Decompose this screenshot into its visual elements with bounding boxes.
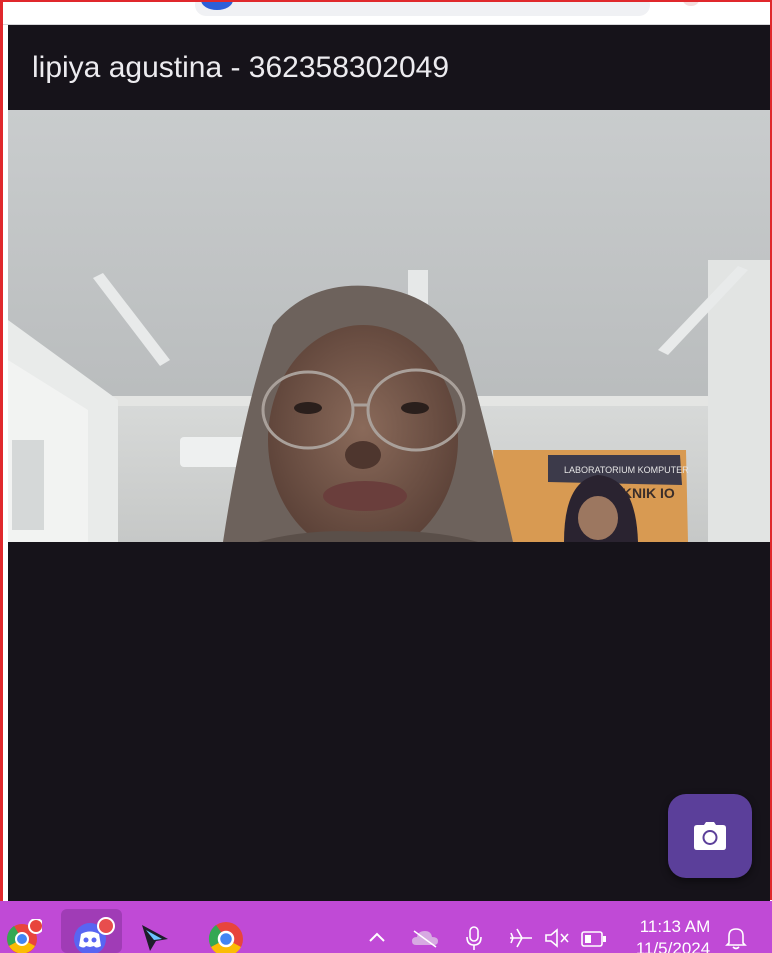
address-bar[interactable] <box>195 0 650 16</box>
window-border-left <box>0 0 3 953</box>
chevron-up-icon[interactable] <box>366 927 388 947</box>
airplane-mode-icon[interactable] <box>508 927 534 949</box>
discord-icon[interactable] <box>70 917 116 953</box>
taskbar: 11:13 AM 11/5/2024 <box>0 901 772 953</box>
microphone-icon[interactable] <box>464 925 484 951</box>
cursor-app-icon[interactable] <box>138 921 172 953</box>
camera-feed-image: LABORATORIUM KOMPUTER TEKNIK IO <box>8 110 770 542</box>
poster-text: LABORATORIUM KOMPUTER <box>564 465 689 475</box>
speaker-muted-icon[interactable] <box>544 927 570 949</box>
notification-bell-icon[interactable] <box>724 925 748 951</box>
camera-app-window: lipiya agustina - 362358302049 LABORATOR… <box>8 25 770 901</box>
screen: lipiya agustina - 362358302049 LABORATOR… <box>0 0 772 953</box>
chrome-profile-icon[interactable] <box>6 918 44 953</box>
camera-icon <box>694 822 726 850</box>
battery-icon[interactable] <box>580 929 608 949</box>
page-title: lipiya agustina - 362358302049 <box>32 51 449 84</box>
capture-photo-button[interactable] <box>668 794 752 878</box>
clock-date[interactable]: 11/5/2024 <box>628 939 718 953</box>
camera-preview: LABORATORIUM KOMPUTER TEKNIK IO <box>8 110 770 542</box>
app-bar: lipiya agustina - 362358302049 <box>8 25 770 110</box>
chrome-icon[interactable] <box>206 919 246 953</box>
window-border-top <box>0 0 772 2</box>
browser-toolbar <box>3 0 770 25</box>
clock-time[interactable]: 11:13 AM <box>630 917 720 937</box>
onedrive-icon[interactable] <box>410 927 440 949</box>
